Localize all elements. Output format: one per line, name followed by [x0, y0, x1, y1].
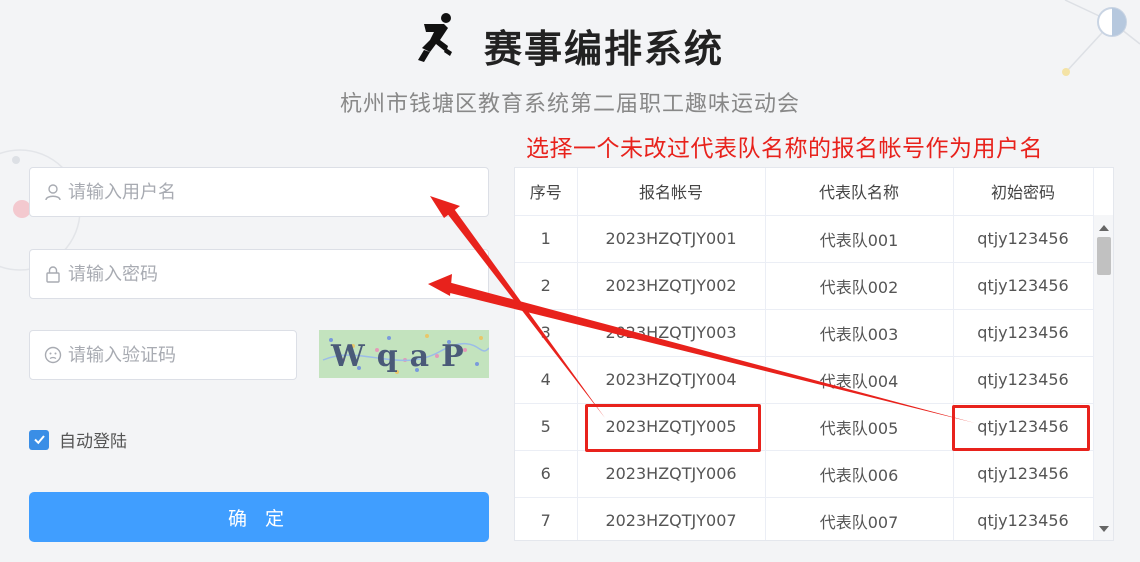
annotation-arrows — [428, 196, 975, 423]
arrow-to-username-icon — [446, 206, 605, 418]
arrow-to-password-icon — [446, 282, 975, 423]
arrow-to-password-head-icon — [428, 274, 452, 296]
